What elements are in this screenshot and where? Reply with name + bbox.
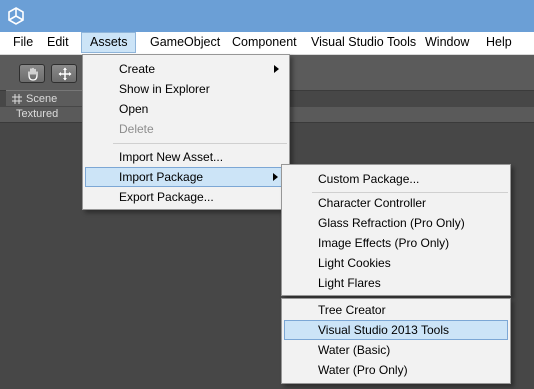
package-water-basic[interactable]: Water (Basic) xyxy=(284,340,508,360)
package-light-cookies[interactable]: Light Cookies xyxy=(284,253,508,273)
package-water-pro[interactable]: Water (Pro Only) xyxy=(284,360,508,380)
submenu-arrow-icon xyxy=(273,173,278,181)
menu-file[interactable]: File xyxy=(5,32,41,53)
menu-bar: File Edit Assets GameObject Component Vi… xyxy=(0,32,534,55)
package-glass-refraction[interactable]: Glass Refraction (Pro Only) xyxy=(284,213,508,233)
shading-mode-dropdown[interactable]: Textured xyxy=(16,107,58,122)
grid-icon xyxy=(12,94,22,104)
menu-window[interactable]: Window xyxy=(417,32,477,53)
menu-separator xyxy=(113,143,287,144)
menu-item-show-in-explorer[interactable]: Show in Explorer xyxy=(85,79,287,99)
import-package-submenu: Custom Package... Character Controller G… xyxy=(281,164,511,296)
package-light-flares[interactable]: Light Flares xyxy=(284,273,508,293)
menu-item-export-package[interactable]: Export Package... xyxy=(85,187,287,207)
package-visual-studio-2013-tools[interactable]: Visual Studio 2013 Tools xyxy=(284,320,508,340)
menu-gameobject[interactable]: GameObject xyxy=(142,32,228,53)
menu-item-create[interactable]: Create xyxy=(85,59,287,79)
package-character-controller[interactable]: Character Controller xyxy=(284,193,508,213)
title-bar xyxy=(0,0,534,32)
hand-tool-icon xyxy=(28,67,38,81)
menu-item-import-package-label: Import Package xyxy=(119,170,204,184)
package-tree-creator[interactable]: Tree Creator xyxy=(284,300,508,320)
menu-item-delete: Delete xyxy=(119,122,154,136)
menu-item-create-label: Create xyxy=(119,62,156,76)
package-image-effects[interactable]: Image Effects (Pro Only) xyxy=(284,233,508,253)
hand-tool-button[interactable] xyxy=(19,64,45,83)
move-tool-icon xyxy=(58,67,72,81)
move-tool-button[interactable] xyxy=(51,64,77,83)
import-package-submenu-continued: Tree Creator Visual Studio 2013 Tools Wa… xyxy=(281,298,511,384)
scene-tab-label: Scene xyxy=(26,93,58,105)
menu-assets[interactable]: Assets xyxy=(81,32,136,53)
menu-help[interactable]: Help xyxy=(478,32,520,53)
menu-component[interactable]: Component xyxy=(224,32,305,53)
menu-edit[interactable]: Edit xyxy=(39,32,77,53)
menu-item-import-package[interactable]: Import Package xyxy=(85,167,287,187)
menu-visual-studio-tools[interactable]: Visual Studio Tools xyxy=(303,32,424,53)
menu-item-import-new-asset[interactable]: Import New Asset... xyxy=(85,147,287,167)
menu-item-open[interactable]: Open xyxy=(85,99,287,119)
submenu-arrow-icon xyxy=(274,65,279,73)
unity-logo-icon xyxy=(8,7,24,25)
assets-menu: Create Show in Explorer Open Delete Impo… xyxy=(82,54,290,210)
tab-scene[interactable]: Scene xyxy=(6,90,86,106)
menu-item-custom-package[interactable]: Custom Package... xyxy=(284,169,508,189)
